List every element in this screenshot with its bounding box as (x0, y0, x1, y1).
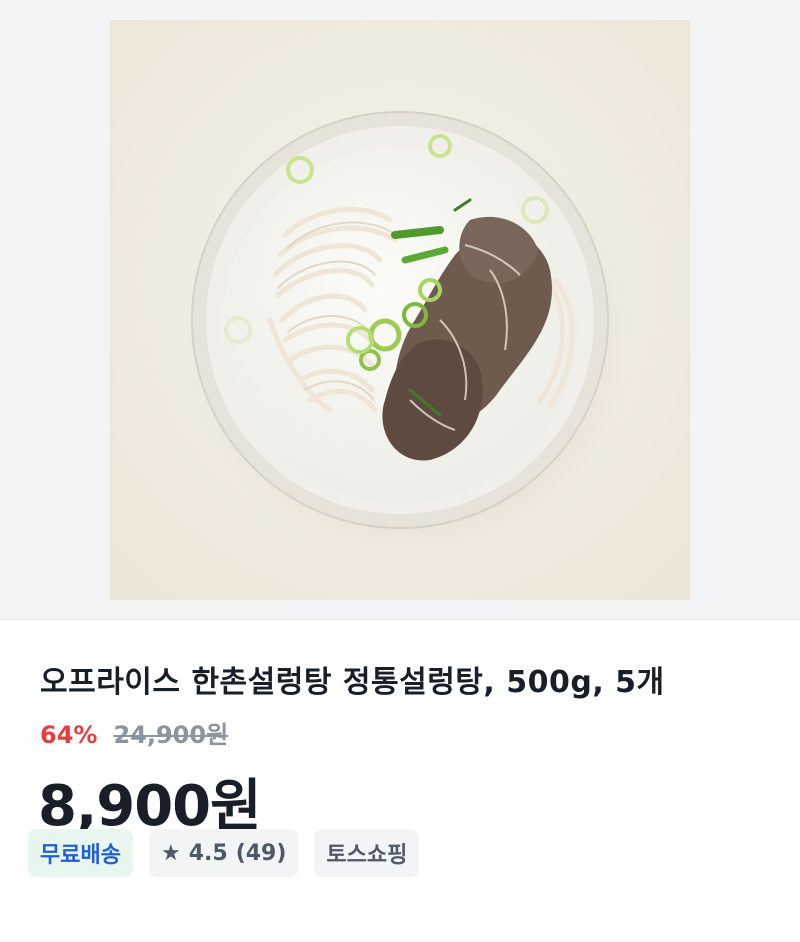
badge-list: 무료배송 ★ 4.5 (49) 토스쇼핑 (28, 829, 420, 877)
rating-value: 4.5 (188, 840, 228, 866)
price-row: 64% 24,900원 (40, 715, 228, 750)
store-badge[interactable]: 토스쇼핑 (314, 829, 420, 877)
product-info: 오프라이스 한촌설렁탕 정통설렁탕, 500g, 5개 64% 24,900원 … (0, 621, 800, 942)
store-name: 토스쇼핑 (326, 843, 408, 868)
star-icon: ★ (160, 840, 181, 866)
product-image-area (0, 0, 800, 620)
free-delivery-badge: 무료배송 (28, 829, 133, 877)
discount-rate: 64% (40, 721, 98, 749)
product-title[interactable]: 오프라이스 한촌설렁탕 정통설렁탕, 500g, 5개 (40, 657, 780, 701)
rating-badge[interactable]: ★ 4.5 (49) (148, 829, 299, 877)
soup-bowl-illustration (110, 20, 690, 600)
free-delivery-label: 무료배송 (40, 843, 121, 868)
original-price: 24,900원 (113, 721, 229, 749)
product-image[interactable] (110, 20, 690, 600)
review-count: (49) (235, 840, 287, 866)
